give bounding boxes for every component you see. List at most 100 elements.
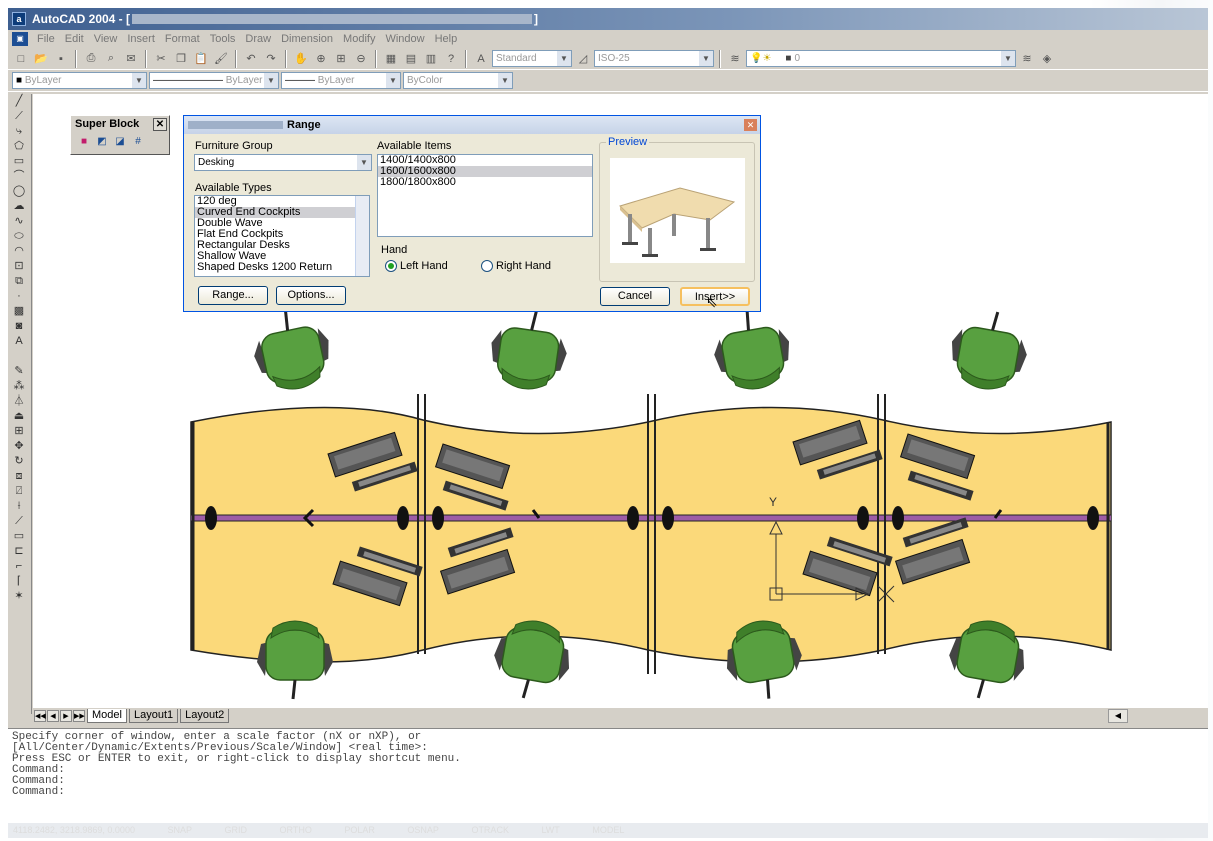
copy-object-icon[interactable]: ⁂ [8, 379, 30, 394]
make-block-icon[interactable]: ⧉ [8, 274, 30, 289]
list-item[interactable]: 1800/1800x800 [378, 177, 592, 188]
hatch-icon[interactable]: ▩ [8, 304, 30, 319]
tab-layout2[interactable]: Layout2 [180, 709, 230, 723]
available-items-list[interactable]: 1400/1400x800 1600/1600x800 1800/1800x80… [377, 154, 593, 237]
right-hand-radio[interactable]: Right Hand [481, 260, 551, 272]
ellipse-icon[interactable]: ⬭ [8, 229, 30, 244]
open-icon[interactable]: 📂 [32, 50, 50, 68]
copy-icon[interactable]: ❐ [172, 50, 190, 68]
zoom-previous-icon[interactable]: ⊖ [352, 50, 370, 68]
mirror-icon[interactable]: ⏃ [8, 394, 30, 409]
layer-previous-icon[interactable]: ◈ [1038, 50, 1056, 68]
model-toggle[interactable]: MODEL [592, 825, 624, 835]
grid-toggle[interactable]: GRID [225, 825, 248, 835]
layer-manager-icon[interactable]: ≋ [726, 50, 744, 68]
first-tab-icon[interactable]: ◀◀ [34, 710, 46, 722]
menu-dimension[interactable]: Dimension [276, 33, 338, 45]
properties-icon[interactable]: ▦ [382, 50, 400, 68]
next-tab-icon[interactable]: ▶ [60, 710, 72, 722]
text-style-dropdown[interactable]: Standard ▼ [492, 50, 572, 67]
plotstyle-dropdown[interactable]: ByColor ▼ [403, 72, 513, 89]
list-item[interactable]: Shaped Desks 1200 Return [195, 262, 369, 273]
ortho-toggle[interactable]: ORTHO [280, 825, 312, 835]
document-icon[interactable]: ▣ [12, 32, 28, 46]
match-properties-icon[interactable]: 🖌 [212, 50, 230, 68]
fillet-icon[interactable]: ⌈ [8, 574, 30, 589]
rectangle-icon[interactable]: ▭ [8, 154, 30, 169]
rotate-icon[interactable]: ↻ [8, 454, 30, 469]
explode-icon[interactable]: ✶ [8, 589, 30, 604]
pan-icon[interactable]: ✋ [292, 50, 310, 68]
make-layer-current-icon[interactable]: ≋ [1018, 50, 1036, 68]
plot-icon[interactable]: ⎙ [82, 50, 100, 68]
command-window[interactable]: Specify corner of window, enter a scale … [8, 728, 1208, 823]
menu-view[interactable]: View [89, 33, 123, 45]
xline-icon[interactable]: ⟋ [8, 109, 30, 124]
menu-draw[interactable]: Draw [240, 33, 276, 45]
available-types-list[interactable]: 120 deg Curved End Cockpits Double Wave … [194, 195, 370, 277]
point-icon[interactable]: · [8, 289, 30, 304]
offset-icon[interactable]: ⏏ [8, 409, 30, 424]
close-icon[interactable]: ✕ [153, 117, 167, 131]
line-icon[interactable]: ╱ [8, 94, 30, 109]
menu-modify[interactable]: Modify [338, 33, 380, 45]
cancel-button[interactable]: Cancel [600, 287, 670, 306]
lwt-toggle[interactable]: LWT [541, 825, 559, 835]
layer-dropdown[interactable]: 💡☀ ■ 0 ▼ [746, 50, 1016, 67]
menu-tools[interactable]: Tools [205, 33, 241, 45]
color-dropdown[interactable]: ■ ByLayer ▼ [12, 72, 147, 89]
trim-icon[interactable]: ⟊ [8, 499, 30, 514]
menu-edit[interactable]: Edit [60, 33, 89, 45]
cloud-icon[interactable]: ☁ [8, 199, 30, 214]
design-center-icon[interactable]: ▤ [402, 50, 420, 68]
close-icon[interactable]: ✕ [744, 119, 757, 131]
circle-icon[interactable]: ◯ [8, 184, 30, 199]
cut-icon[interactable]: ✂ [152, 50, 170, 68]
publish-icon[interactable]: ✉ [122, 50, 140, 68]
block-range-icon[interactable]: ◪ [113, 135, 127, 149]
left-hand-radio[interactable]: Left Hand [385, 260, 448, 272]
zoom-realtime-icon[interactable]: ⊕ [312, 50, 330, 68]
linetype-dropdown[interactable]: ——————— ByLayer ▼ [149, 72, 279, 89]
preview-icon[interactable]: ⌕ [102, 50, 120, 68]
undo-icon[interactable]: ↶ [242, 50, 260, 68]
ellipse-arc-icon[interactable]: ◠ [8, 244, 30, 259]
move-icon[interactable]: ✥ [8, 439, 30, 454]
region-icon[interactable]: ◙ [8, 319, 30, 334]
scroll-left-icon[interactable]: ◀ [1108, 709, 1128, 723]
tab-model[interactable]: Model [87, 709, 127, 723]
menu-window[interactable]: Window [380, 33, 429, 45]
otrack-toggle[interactable]: OTRACK [471, 825, 509, 835]
prev-tab-icon[interactable]: ◀ [47, 710, 59, 722]
insert-block-icon[interactable]: ⊡ [8, 259, 30, 274]
osnap-toggle[interactable]: OSNAP [407, 825, 439, 835]
menu-file[interactable]: File [32, 33, 60, 45]
arc-icon[interactable]: ⌒ [8, 169, 30, 184]
tool-palettes-icon[interactable]: ▥ [422, 50, 440, 68]
pline-icon[interactable]: ⤷ [8, 124, 30, 139]
menu-insert[interactable]: Insert [122, 33, 160, 45]
furniture-group-dropdown[interactable]: Desking ▼ [194, 154, 372, 171]
block-color-icon[interactable]: ■ [77, 135, 91, 149]
block-grid-icon[interactable]: # [131, 135, 145, 149]
lineweight-dropdown[interactable]: ——— ByLayer ▼ [281, 72, 401, 89]
zoom-window-icon[interactable]: ⊞ [332, 50, 350, 68]
scale-icon[interactable]: ⧈ [8, 469, 30, 484]
break-icon[interactable]: ▭ [8, 529, 30, 544]
save-icon[interactable]: ▪ [52, 50, 70, 68]
snap-toggle[interactable]: SNAP [167, 825, 192, 835]
polar-toggle[interactable]: POLAR [344, 825, 375, 835]
tab-layout1[interactable]: Layout1 [128, 709, 179, 723]
block-layout-icon[interactable]: ◩ [95, 135, 109, 149]
options-button[interactable]: Options... [276, 286, 346, 305]
last-tab-icon[interactable]: ▶▶ [73, 710, 85, 722]
new-icon[interactable]: □ [12, 50, 30, 68]
menu-help[interactable]: Help [430, 33, 463, 45]
spline-icon[interactable]: ∿ [8, 214, 30, 229]
help-icon[interactable]: ? [442, 50, 460, 68]
chamfer-icon[interactable]: ⌐ [8, 559, 30, 574]
menu-format[interactable]: Format [160, 33, 205, 45]
extend-icon[interactable]: ⟋ [8, 514, 30, 529]
stretch-icon[interactable]: ⍁ [8, 484, 30, 499]
erase-icon[interactable]: ✎ [8, 364, 30, 379]
